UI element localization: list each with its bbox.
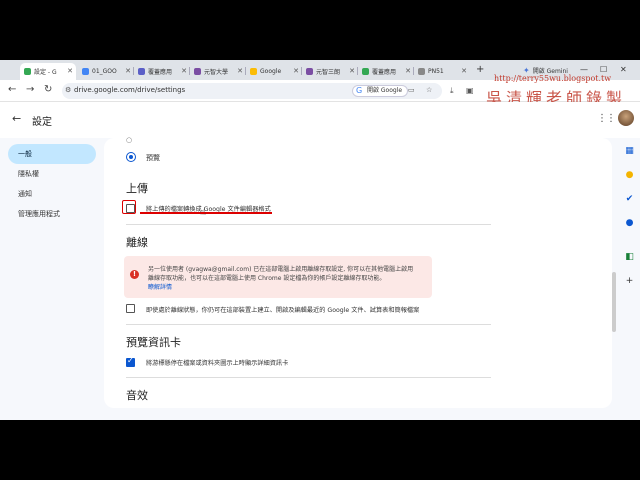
minimize-icon[interactable]: — <box>580 65 588 74</box>
settings-header: ← 設定 ⋮⋮⋮ <box>0 102 640 138</box>
back-arrow-icon[interactable]: ← <box>12 112 21 125</box>
alert-text-line2: 離線存取功能，也可以在這部電腦上使用 Chrome 設定檔為你的帳戶設定離線存取… <box>148 275 386 282</box>
google-favicon-icon <box>250 68 257 75</box>
close-icon[interactable]: ✕ <box>237 67 243 75</box>
tab-label: 元智三朗 <box>316 69 341 76</box>
avatar[interactable] <box>618 110 634 126</box>
close-window-icon[interactable]: ✕ <box>620 65 627 74</box>
close-icon[interactable]: ✕ <box>67 67 73 75</box>
sound-heading: 音效 <box>126 389 148 402</box>
google-g-icon: G <box>356 86 363 95</box>
preview-cards-heading: 預覽資訊卡 <box>126 336 181 349</box>
addon-icon[interactable]: ◧ <box>624 252 635 263</box>
tasks-icon[interactable]: ✔ <box>624 194 635 205</box>
divider <box>126 377 491 378</box>
reload-icon[interactable]: ↻ <box>44 85 52 95</box>
docs-favicon-icon <box>82 68 89 75</box>
teams-favicon-icon <box>138 68 145 75</box>
close-icon[interactable]: ✕ <box>405 67 411 75</box>
upload-heading: 上傳 <box>126 182 148 195</box>
preview-cards-checkbox[interactable] <box>126 356 135 367</box>
back-arrow-icon[interactable]: ← <box>8 85 16 95</box>
tab-doc[interactable]: 01_GOO ✕ <box>78 63 134 80</box>
tab-university-2[interactable]: 元智三朗 ✕ <box>302 63 358 80</box>
preview-radio-label: 預覽 <box>146 154 160 162</box>
partial-option: ○ <box>126 136 133 144</box>
keep-icon[interactable]: ● <box>624 170 635 181</box>
page-title: 設定 <box>32 117 52 128</box>
side-panel-rail: ▦ ● ✔ ● ◧ + <box>620 138 640 420</box>
preview-radio[interactable] <box>126 152 136 162</box>
drive-favicon-icon <box>24 68 31 75</box>
forward-arrow-icon[interactable]: → <box>26 85 34 95</box>
contacts-icon[interactable]: ● <box>624 218 635 229</box>
drive-favicon-icon <box>362 68 369 75</box>
sidebar-item-manage-apps[interactable]: 管理應用程式 <box>8 204 96 224</box>
watermark-url: http://terry55wu.blogspot.tw <box>494 74 612 83</box>
open-google-chip[interactable]: G 開啟 Google <box>352 85 409 97</box>
page-favicon-icon <box>418 68 425 75</box>
learn-more-link[interactable]: 瞭解詳情 <box>148 282 172 291</box>
close-icon[interactable]: ✕ <box>349 67 355 75</box>
cast-icon[interactable]: ▭ <box>408 86 415 94</box>
tab-label: Google <box>260 68 282 75</box>
close-icon[interactable]: ✕ <box>461 67 467 75</box>
scrollbar[interactable] <box>612 272 616 332</box>
university-favicon-icon <box>194 68 201 75</box>
hand-cursor-icon: ☝ <box>200 207 207 218</box>
calendar-icon[interactable]: ▦ <box>624 146 635 157</box>
preview-cards-label: 將游標懸停在檔案或資料夾圖示上時顯示詳細資訊卡 <box>146 360 289 367</box>
close-icon[interactable]: ✕ <box>181 67 187 75</box>
tab-label: PN51 <box>428 68 444 75</box>
tab-pn51[interactable]: PN51 ✕ <box>414 63 470 80</box>
close-icon[interactable]: ✕ <box>293 67 299 75</box>
close-icon[interactable]: ✕ <box>125 67 131 75</box>
maximize-icon[interactable]: ☐ <box>600 65 607 74</box>
tab-label: 設定 - G <box>34 69 57 76</box>
tab-label: 元智大學 <box>204 69 229 76</box>
offline-heading: 離線 <box>126 236 148 249</box>
extension-icon[interactable]: ▣ <box>466 86 474 95</box>
tab-google[interactable]: Google ✕ <box>246 63 302 80</box>
sidebar-item-privacy[interactable]: 隱私權 <box>8 164 96 184</box>
tab-drive-2[interactable]: 覆蓋應用 ✕ <box>358 63 414 80</box>
annotation-box <box>122 200 136 214</box>
sidebar-item-general[interactable]: 一般 <box>8 144 96 164</box>
offline-label: 即使處於離線狀態，你仍可在這部裝置上建立、開啟及編輯最近的 Google 文件、… <box>146 307 420 314</box>
divider <box>126 324 491 325</box>
alert-text-line1: 另一位使用者 (gvagwa@gmail.com) 已在這部電腦上啟用離線存取設… <box>148 266 414 273</box>
address-bar[interactable]: ⚙ drive.google.com/drive/settings G 開啟 G… <box>62 83 442 99</box>
tab-label: 覆蓋應用 <box>148 69 173 76</box>
browser-window: 設定 - G ✕ 01_GOO ✕ 覆蓋應用 ✕ 元智大學 ✕ Google ✕ <box>0 60 640 420</box>
tab-label: 01_GOO <box>92 68 117 75</box>
new-tab-button[interactable]: + <box>476 64 484 75</box>
offline-alert: ! 另一位使用者 (gvagwa@gmail.com) 已在這部電腦上啟用離線存… <box>124 256 432 298</box>
google-chip-label: 開啟 Google <box>367 87 403 94</box>
bookmark-star-icon[interactable]: ☆ <box>426 86 432 94</box>
university-favicon-icon <box>306 68 313 75</box>
tab-university[interactable]: 元智大學 ✕ <box>190 63 246 80</box>
sidebar-item-notifications[interactable]: 通知 <box>8 184 96 204</box>
site-info-icon[interactable]: ⚙ <box>65 86 71 94</box>
tab-teams[interactable]: 覆蓋應用 ✕ <box>134 63 190 80</box>
settings-panel: ○ 預覽 上傳 將上傳的檔案轉換成 Google 文件編輯器格式 離線 ! 另一… <box>104 136 612 408</box>
offline-checkbox[interactable] <box>126 304 135 313</box>
tab-settings[interactable]: 設定 - G ✕ <box>20 63 76 80</box>
error-icon: ! <box>130 270 139 279</box>
settings-sidebar: 一般 隱私權 通知 管理應用程式 <box>0 138 104 420</box>
download-icon[interactable]: ⤓ <box>450 86 454 96</box>
tab-label: 覆蓋應用 <box>372 69 397 76</box>
url-text: drive.google.com/drive/settings <box>74 86 186 94</box>
settings-content: ○ 預覽 上傳 將上傳的檔案轉換成 Google 文件編輯器格式 離線 ! 另一… <box>104 136 620 420</box>
divider <box>126 224 491 225</box>
add-icon[interactable]: + <box>624 276 635 287</box>
